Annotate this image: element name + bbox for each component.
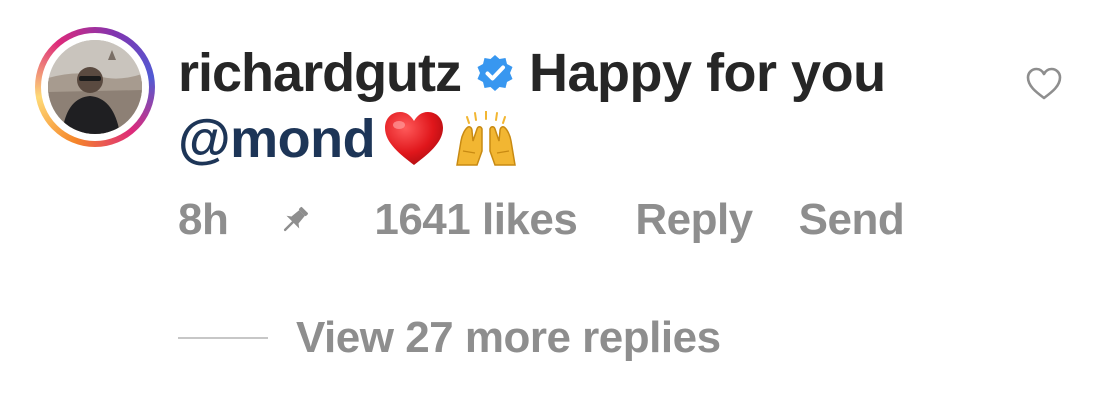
verified-badge-icon (477, 55, 513, 91)
comment-item: richardgutz Happy for you @mond 8h 1641 … (0, 0, 1120, 400)
view-more-replies-button[interactable]: View 27 more replies (178, 310, 721, 366)
comment-timestamp: 8h (178, 195, 229, 244)
avatar[interactable] (48, 40, 142, 134)
view-more-replies-label: View 27 more replies (296, 313, 721, 362)
red-heart-emoji-icon (385, 112, 444, 165)
username[interactable]: richardgutz (178, 42, 462, 104)
likes-count[interactable]: 1641 likes (374, 195, 577, 245)
comment-second-line: @mond (178, 103, 519, 175)
avatar-photo (48, 40, 142, 134)
replies-divider (178, 337, 268, 339)
send-button[interactable]: Send (799, 195, 905, 245)
raising-hands-emoji-icon (456, 111, 517, 166)
comment-text: Happy for you (529, 43, 886, 103)
pin-icon (284, 206, 309, 232)
reply-button[interactable]: Reply (635, 195, 753, 245)
avatar-ring-gap (41, 33, 149, 141)
mention-link[interactable]: @mond (178, 108, 376, 170)
avatar-story-ring[interactable] (35, 27, 155, 147)
comment-first-line: richardgutz Happy for you (178, 38, 886, 108)
like-heart-icon[interactable] (1024, 64, 1064, 104)
comment-meta-row: 8h 1641 likes Reply Send (178, 190, 905, 250)
